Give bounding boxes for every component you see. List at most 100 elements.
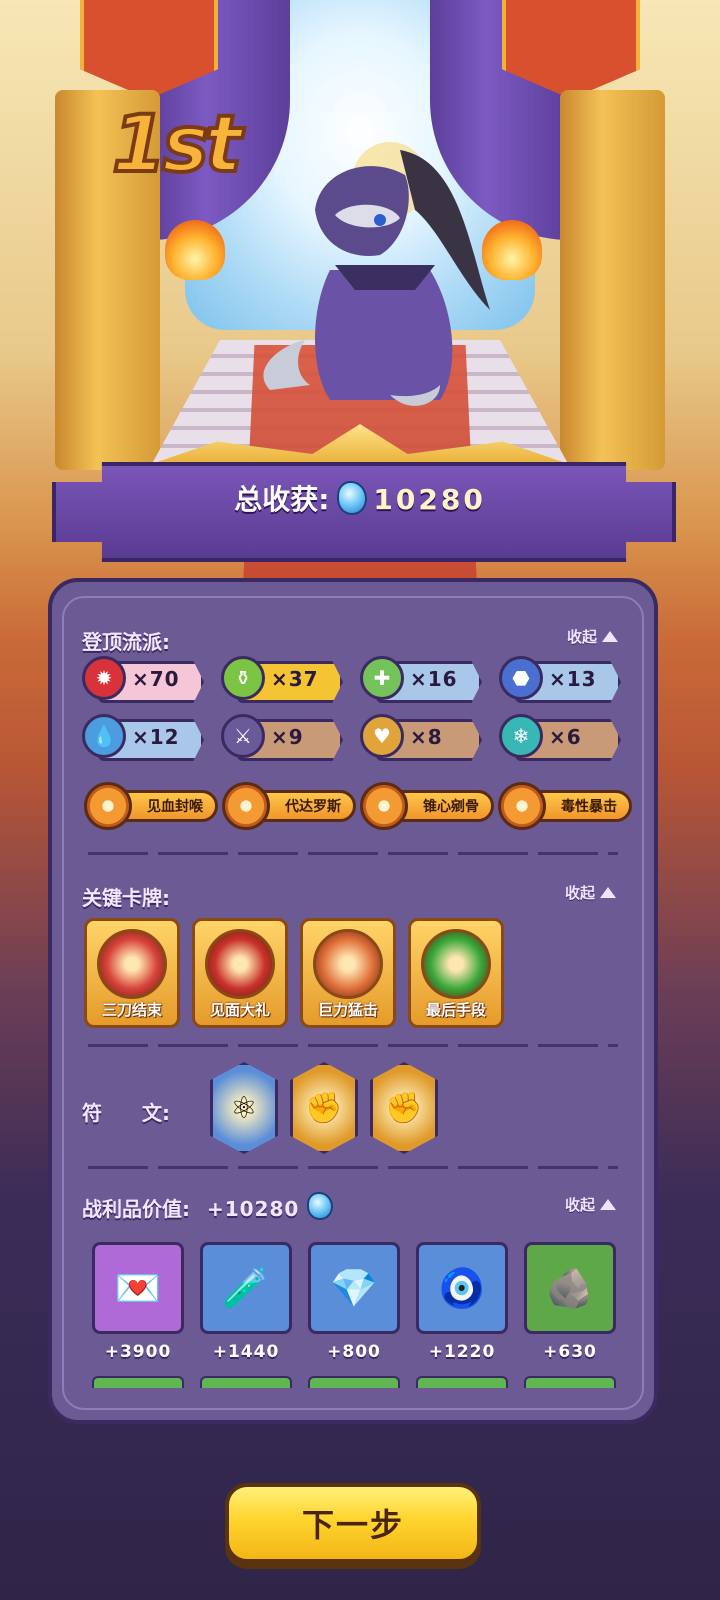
water-drop-icon: 💧 — [82, 714, 126, 758]
loot-action-button[interactable] — [524, 1376, 616, 1388]
faction-chip[interactable]: 💧 ×12 — [82, 714, 204, 761]
snowflake-icon: ❄ — [499, 714, 543, 758]
faction-count: ×70 — [132, 667, 180, 691]
loot-value: +1440 — [212, 1342, 280, 1362]
right-brazier-flame — [482, 220, 542, 280]
swirl-icon — [84, 782, 132, 830]
faction-chip[interactable]: ⚔ ×9 — [221, 714, 343, 761]
loot-section-title: 战利品价值: +10280 — [82, 1192, 334, 1222]
faction-chip[interactable]: ⬣ ×13 — [499, 656, 621, 703]
left-brazier-flame — [165, 220, 225, 280]
heart-icon: ♥ — [360, 714, 404, 758]
total-haul-banner: 总收获: 10280 — [52, 418, 676, 562]
skill-pill-2[interactable]: 锥心剜骨 — [360, 782, 496, 830]
loot-collapse-button[interactable]: 收起 — [565, 1194, 617, 1215]
next-step-label: 下一步 — [301, 1506, 404, 1544]
collapse-up-icon — [602, 631, 619, 642]
loot-action-button[interactable] — [308, 1376, 400, 1388]
loot-value: +3900 — [104, 1342, 172, 1362]
claw-icon: ✹ — [82, 656, 126, 700]
loot-title-label: 战利品价值: — [82, 1197, 190, 1221]
card-name: 最后手段 — [425, 1001, 486, 1019]
faction-chip[interactable]: ✹ ×70 — [82, 656, 204, 703]
card-art-icon — [313, 929, 383, 999]
key-card[interactable]: 见面大礼 — [192, 918, 288, 1028]
faction-count: ×8 — [410, 725, 443, 749]
total-haul-value: 10280 — [373, 483, 486, 516]
key-cards-collapse-label: 收起 — [565, 884, 596, 902]
crystal-gem-icon — [307, 1192, 334, 1220]
swirl-icon — [222, 782, 270, 830]
faction-chip[interactable]: ✚ ×16 — [360, 656, 482, 703]
key-card[interactable]: 三刀结束 — [84, 918, 180, 1028]
build-collapse-label: 收起 — [567, 628, 598, 646]
hero-blade-left — [263, 340, 310, 390]
skill-label: 锥心剜骨 — [423, 799, 479, 815]
rank-badge: 1st — [110, 98, 244, 200]
card-name: 见面大礼 — [209, 1001, 270, 1019]
faction-count: ×16 — [410, 667, 458, 691]
gold-fist-icon[interactable]: ✊ — [290, 1062, 358, 1154]
faction-chip[interactable]: ⚱ ×37 — [221, 656, 343, 703]
faction-chip[interactable]: ❄ ×6 — [499, 714, 621, 761]
gift-letter-icon[interactable]: 💌 — [92, 1242, 184, 1334]
swirl-icon — [360, 782, 408, 830]
section-divider — [88, 852, 618, 855]
skill-label: 毒性暴击 — [561, 799, 617, 815]
loot-action-button[interactable] — [416, 1376, 508, 1388]
rank-text: 1st — [110, 98, 244, 192]
loot-value: +800 — [327, 1342, 381, 1362]
runes-section-title: 符 文: — [82, 1101, 170, 1125]
build-collapse-button[interactable]: 收起 — [567, 626, 619, 647]
potion-icon: ⚱ — [221, 656, 265, 700]
loot-collapse-label: 收起 — [565, 1196, 596, 1214]
loot-value: +630 — [543, 1342, 597, 1362]
key-cards-collapse-button[interactable]: 收起 — [565, 882, 617, 903]
skill-pill-3[interactable]: 毒性暴击 — [498, 782, 634, 830]
gold-fist-icon[interactable]: ✊ — [370, 1062, 438, 1154]
cross-heal-icon: ✚ — [360, 656, 404, 700]
hero-eye — [374, 214, 386, 226]
card-name: 三刀结束 — [101, 1001, 162, 1019]
card-art-icon — [205, 929, 275, 999]
faction-count: ×12 — [132, 725, 180, 749]
faction-count: ×6 — [549, 725, 582, 749]
key-card[interactable]: 最后手段 — [408, 918, 504, 1028]
key-cards-section-title: 关键卡牌: — [82, 886, 170, 910]
potion-bottle-icon[interactable]: 🧪 — [200, 1242, 292, 1334]
section-divider — [88, 1166, 618, 1169]
swirl-icon — [498, 782, 546, 830]
results-panel: 登顶流派: 收起 ✹ ×70 ⚱ ×37 ✚ ×16 ⬣ ×13 💧 ×12 ⚔ ×9 ♥ ×8 ❄ ×6 见… — [48, 578, 658, 1424]
loot-total-value: +10280 — [206, 1197, 300, 1221]
loot-action-button[interactable] — [200, 1376, 292, 1388]
skill-pill-0[interactable]: 见血封喉 — [84, 782, 220, 830]
collapse-up-icon — [600, 887, 617, 898]
card-art-icon — [97, 929, 167, 999]
faction-count: ×13 — [549, 667, 597, 691]
rune-tablet-icon[interactable]: 🪨 — [524, 1242, 616, 1334]
faction-chip[interactable]: ♥ ×8 — [360, 714, 482, 761]
card-name: 巨力猛击 — [317, 1001, 378, 1019]
faction-count: ×37 — [271, 667, 319, 691]
boot-icon: ⬣ — [499, 656, 543, 700]
skill-pill-1[interactable]: 代达罗斯 — [222, 782, 358, 830]
crystal-gem-icon — [337, 481, 368, 515]
key-card[interactable]: 巨力猛击 — [300, 918, 396, 1028]
atom-sprite-icon[interactable]: ⚛ — [210, 1062, 278, 1154]
eye-amulet-icon[interactable]: 🧿 — [416, 1242, 508, 1334]
skill-label: 见血封喉 — [147, 799, 203, 815]
right-pillar — [560, 90, 665, 470]
faction-count: ×9 — [271, 725, 304, 749]
section-divider — [88, 1044, 618, 1047]
collapse-up-icon — [600, 1199, 617, 1210]
skill-label: 代达罗斯 — [285, 799, 341, 815]
hero-character — [263, 142, 490, 406]
next-step-button[interactable]: 下一步 — [225, 1483, 481, 1563]
total-haul-text: 总收获: 10280 — [52, 478, 668, 518]
loot-action-button[interactable] — [92, 1376, 184, 1388]
card-art-icon — [421, 929, 491, 999]
total-haul-label: 总收获: — [234, 483, 330, 516]
sword-icon: ⚔ — [221, 714, 265, 758]
loot-value: +1220 — [428, 1342, 496, 1362]
crystal-icon[interactable]: 💎 — [308, 1242, 400, 1334]
